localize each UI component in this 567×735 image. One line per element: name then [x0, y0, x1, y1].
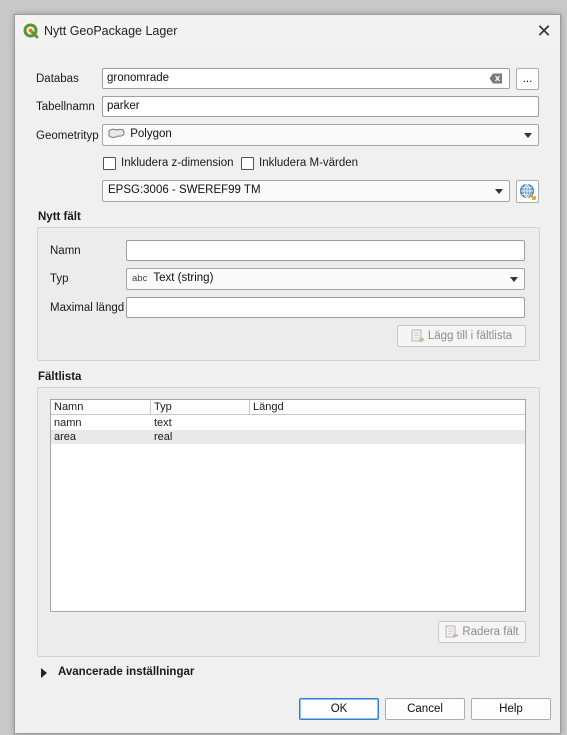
polygon-icon [108, 128, 125, 138]
crs-value: EPSG:3006 - SWEREF99 TM [108, 184, 261, 196]
cancel-button[interactable]: Cancel [385, 698, 465, 720]
chevron-down-icon [524, 133, 532, 138]
help-button-label: Help [499, 703, 523, 715]
row-type-cell: real [154, 431, 173, 443]
include-z-checkbox[interactable] [103, 157, 116, 170]
table-row[interactable]: namn text [51, 416, 525, 430]
crs-selector-button[interactable] [516, 180, 539, 203]
chevron-down-icon [510, 277, 518, 282]
field-name-label: Namn [50, 245, 81, 257]
chevron-down-icon [495, 189, 503, 194]
column-header-type[interactable]: Typ [151, 400, 250, 415]
browse-button-label: ... [522, 73, 533, 85]
globe-icon [520, 184, 536, 200]
close-button[interactable]: ✕ [528, 15, 560, 47]
include-m-label: Inkludera M-värden [259, 157, 359, 169]
max-length-input[interactable] [126, 297, 525, 318]
row-name-cell: area [54, 431, 77, 443]
database-input[interactable]: gronomrade [102, 68, 510, 89]
include-z-label: Inkludera z-dimension [121, 157, 234, 169]
row-name-cell: namn [54, 417, 82, 429]
browse-button[interactable]: ... [516, 68, 539, 90]
geometry-type-value: Polygon [130, 128, 172, 140]
column-header-name[interactable]: Namn [51, 400, 151, 415]
field-type-label: Typ [50, 273, 69, 285]
remove-field-button[interactable]: Radera fält [438, 621, 526, 643]
field-type-select[interactable]: abc Text (string) [126, 268, 525, 290]
table-name-input[interactable]: parker [102, 96, 539, 117]
clear-icon[interactable] [489, 73, 503, 84]
add-field-icon [411, 329, 424, 342]
geometry-type-label: Geometrityp [36, 130, 99, 142]
geometry-type-select[interactable]: Polygon [102, 124, 539, 146]
field-name-input[interactable] [126, 240, 525, 261]
dialog-window: Nytt GeoPackage Lager ✕ Databas gronomra… [14, 14, 561, 734]
window-title: Nytt GeoPackage Lager [44, 24, 178, 38]
qgis-logo-icon [23, 23, 39, 39]
advanced-settings-toggle[interactable]: Avancerade inställningar [39, 665, 239, 681]
add-to-field-list-label: Lägg till i fältlista [427, 330, 513, 342]
max-length-label: Maximal längd [50, 302, 125, 314]
database-label: Databas [36, 73, 79, 85]
table-name-label: Tabellnamn [36, 101, 95, 113]
table-row[interactable]: area real [51, 430, 525, 444]
ok-button[interactable]: OK [299, 698, 379, 720]
row-type-cell: text [154, 417, 172, 429]
field-list-group-title: Fältlista [38, 371, 82, 383]
remove-field-icon [445, 625, 459, 638]
field-type-value: Text (string) [153, 272, 214, 284]
include-m-checkbox[interactable] [241, 157, 254, 170]
database-value: gronomrade [107, 72, 170, 84]
new-field-group-title: Nytt fält [38, 211, 81, 223]
add-to-field-list-button[interactable]: Lägg till i fältlista [397, 325, 526, 347]
cancel-button-label: Cancel [407, 703, 443, 715]
column-header-length[interactable]: Längd [250, 400, 525, 415]
close-icon: ✕ [536, 20, 552, 41]
table-name-value: parker [107, 100, 140, 112]
remove-field-label: Radera fält [462, 626, 519, 638]
title-bar: Nytt GeoPackage Lager ✕ [15, 15, 560, 47]
help-button[interactable]: Help [471, 698, 551, 720]
expand-arrow-icon [41, 668, 47, 678]
ok-button-label: OK [330, 703, 348, 715]
string-type-icon: abc [132, 273, 148, 284]
advanced-settings-label: Avancerade inställningar [58, 666, 195, 678]
field-list-table[interactable]: Namn Typ Längd namn text area real [50, 399, 526, 612]
crs-select[interactable]: EPSG:3006 - SWEREF99 TM [102, 180, 510, 202]
